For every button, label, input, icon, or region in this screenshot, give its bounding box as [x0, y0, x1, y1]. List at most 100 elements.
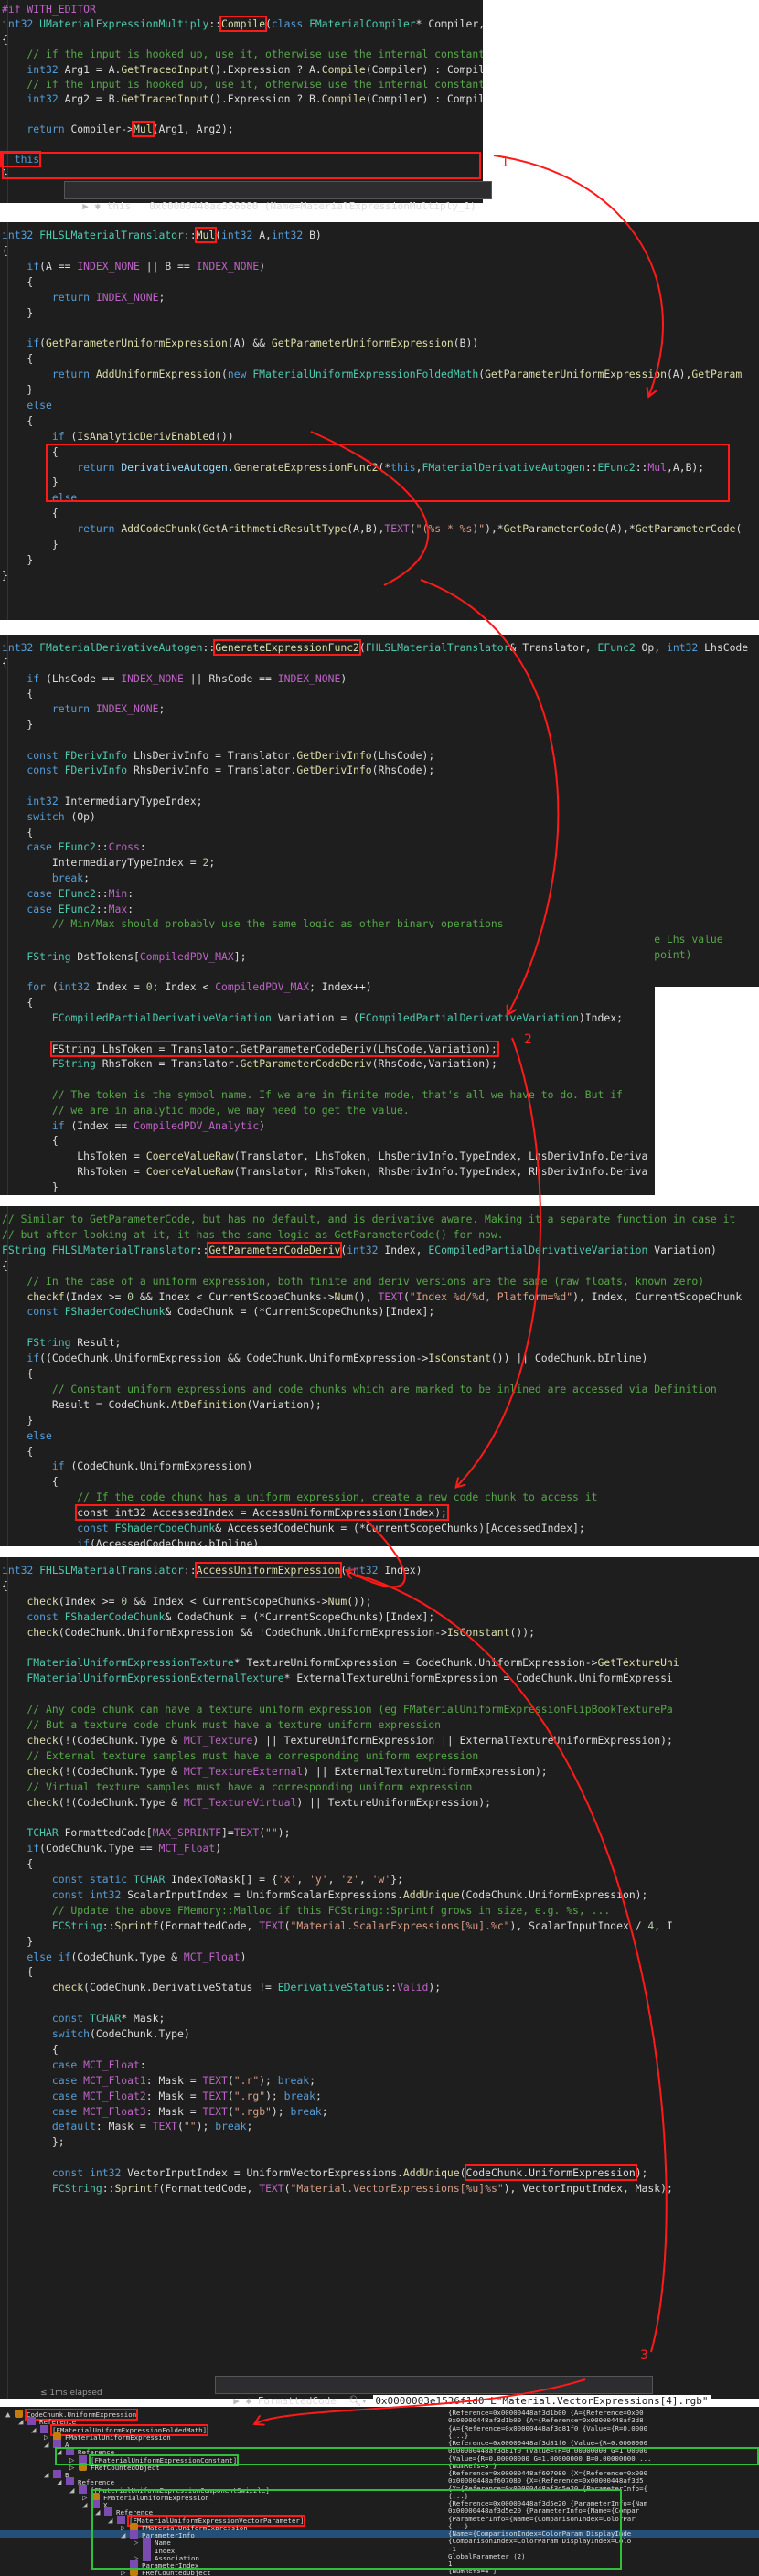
code-line[interactable]: break;	[0, 871, 759, 885]
code-line[interactable]: return INDEX_NONE;	[0, 701, 759, 716]
code-line[interactable]: {	[0, 1444, 759, 1459]
code-line[interactable]: check(!(CodeChunk.Type & MCT_TextureExte…	[0, 1764, 759, 1779]
code-line[interactable]	[0, 1810, 759, 1824]
code-line[interactable]: if (IsAnalyticDerivEnabled())	[0, 429, 759, 444]
code-line[interactable]: {	[0, 686, 759, 700]
code-line[interactable]: switch(CodeChunk.Type)	[0, 2026, 759, 2041]
code-line[interactable]: FString DstTokens[CompiledPDV_MAX];	[0, 949, 655, 964]
code-line[interactable]: // The token is the symbol name. If we a…	[0, 1087, 655, 1102]
code-line[interactable]: case MCT_Float2: Mask = TEXT(".rg"); bre…	[0, 2089, 759, 2103]
code-line[interactable]	[0, 778, 759, 793]
code-line[interactable]: }	[0, 717, 759, 732]
code-line[interactable]: // Virtual texture samples must have a c…	[0, 1780, 759, 1794]
code-line[interactable]: };	[0, 2134, 759, 2149]
code-line[interactable]: RhsToken = CoerceValueRaw(Translator, Rh…	[0, 1164, 655, 1179]
code-line[interactable]: {	[0, 995, 655, 1010]
code-line[interactable]: {	[0, 1964, 759, 1979]
code-line[interactable]: {	[0, 2042, 759, 2057]
code-line[interactable]: check(CodeChunk.DerivativeStatus != EDer…	[0, 1980, 759, 1994]
code-line[interactable]: {	[0, 32, 483, 47]
code-line[interactable]: return AddCodeChunk (GetArithmeticResultT…	[0, 521, 759, 536]
code-line[interactable]: {	[0, 243, 759, 258]
code-line[interactable]: const FShaderCodeChunk& CodeChunk = (*Cu…	[0, 1304, 759, 1319]
code-line[interactable]: FString RhsToken = Translator.GetParamet…	[0, 1056, 655, 1071]
code-line[interactable]: // External texture samples must have a …	[0, 1748, 759, 1763]
code-line[interactable]: FCString::Sprintf(FormattedCode, TEXT("M…	[0, 1919, 759, 1933]
code-line[interactable]: check(!(CodeChunk.Type & MCT_TextureVirt…	[0, 1795, 759, 1810]
code-line[interactable]: int32 Arg2 = B.GetTracedInput().Expressi…	[0, 91, 483, 106]
code-line[interactable]	[0, 320, 759, 335]
code-line[interactable]: }	[0, 568, 759, 583]
code-line[interactable]: {	[0, 506, 759, 520]
expand-toggle-icon[interactable]: ▷	[121, 2570, 130, 2576]
code-line[interactable]: }	[0, 382, 759, 397]
code-line[interactable]: else	[0, 398, 759, 412]
code-line[interactable]: {	[0, 656, 759, 670]
code-line[interactable]: if((CodeChunk.UniformExpression && CodeC…	[0, 1351, 759, 1365]
code-line[interactable]: // Similar to GetParameterCode, but has …	[0, 1212, 759, 1226]
code-line[interactable]: }	[0, 1180, 655, 1194]
code-line[interactable]: {	[0, 1258, 759, 1273]
code-line[interactable]: if(CodeChunk.Type == MCT_Float)	[0, 1841, 759, 1855]
code-line[interactable]	[0, 934, 655, 948]
code-line[interactable]: // we are in analytic mode, we may need …	[0, 1103, 655, 1117]
code-line[interactable]: check(!(CodeChunk.Type & MCT_Texture) ||…	[0, 1733, 759, 1748]
code-line[interactable]: if(GetParameterUniformExpression(A) && G…	[0, 336, 759, 350]
code-line[interactable]	[0, 1995, 759, 2010]
code-line[interactable]: ECompiledPartialDerivativeVariation Vari…	[0, 1010, 655, 1025]
code-line[interactable]: FMaterialUniformExpressionTexture* Textu…	[0, 1655, 759, 1670]
code-line[interactable]: IntermediaryTypeIndex = 2;	[0, 855, 759, 870]
code-line[interactable]: }	[0, 1413, 759, 1427]
code-line[interactable]: FCString::Sprintf(FormattedCode, TEXT("M…	[0, 2181, 759, 2196]
code-line[interactable]: case EFunc2::Cross:	[0, 839, 759, 854]
code-line[interactable]: {	[0, 1474, 759, 1489]
code-line[interactable]	[0, 107, 483, 122]
code-line[interactable]: // but after looking at it, it has the s…	[0, 1227, 759, 1242]
code-line[interactable]: // if the input is hooked up, use it, ot…	[0, 77, 483, 91]
code-line[interactable]: check(CodeChunk.UniformExpression && !Co…	[0, 1625, 759, 1640]
code-line[interactable]: int32 Arg1 = A.GetTracedInput().Expressi…	[0, 62, 483, 77]
code-line[interactable]: FMaterialUniformExpressionExternalTextur…	[0, 1671, 759, 1685]
code-line[interactable]	[0, 1072, 655, 1086]
code-line[interactable]: #if WITH_EDITOR	[0, 2, 483, 16]
code-line[interactable]: {	[0, 351, 759, 366]
code-line[interactable]: int32 IntermediaryTypeIndex;	[0, 794, 759, 808]
code-line[interactable]: if (Index == CompiledPDV_Analytic)	[0, 1118, 655, 1133]
code-line[interactable]	[0, 732, 759, 747]
code-line[interactable]: return INDEX_NONE;	[0, 290, 759, 305]
watch-row[interactable]: ▲ CodeChunk.UniformExpression {Reference=0…	[0, 2409, 759, 2421]
code-line[interactable]: LhsToken = CoerceValueRaw(Translator, Lh…	[0, 1149, 655, 1163]
code-line[interactable]: const FShaderCodeChunk& CodeChunk = (*Cu…	[0, 1609, 759, 1624]
code-line[interactable]: // Any code chunk can have a texture uni…	[0, 1702, 759, 1716]
code-line[interactable]: checkf(Index >= 0 && Index < CurrentScop…	[0, 1289, 759, 1304]
code-line[interactable]	[0, 1686, 759, 1701]
code-line[interactable]: case EFunc2::Max:	[0, 902, 759, 916]
code-line[interactable]: const TCHAR* Mask;	[0, 2011, 759, 2026]
code-line[interactable]	[0, 965, 655, 979]
code-line[interactable]	[0, 1641, 759, 1655]
code-line[interactable]: if (CodeChunk.UniformExpression)	[0, 1459, 759, 1473]
code-line[interactable]: if(AccessedCodeChunk.bInline)	[0, 1536, 759, 1546]
code-line[interactable]: {	[0, 1366, 759, 1381]
code-line[interactable]: FString LhsToken = Translator.GetParamet…	[0, 1040, 655, 1057]
code-line[interactable]: case MCT_Float1: Mask = TEXT(".r"); brea…	[0, 2073, 759, 2088]
code-line[interactable]: const int32 VectorInputIndex = UniformVe…	[0, 2164, 759, 2182]
code-line[interactable]: int32 FHLSLMaterialTranslator::Mul(int32…	[0, 227, 759, 243]
code-line[interactable]: FString Result;	[0, 1335, 759, 1350]
search-icon[interactable]: 🔍︎▾	[337, 2395, 373, 2407]
code-line[interactable]: case MCT_Float:	[0, 2058, 759, 2072]
code-line[interactable]: {	[0, 825, 759, 839]
code-line[interactable]: const int32 AccessedIndex = AccessUnifor…	[0, 1504, 759, 1522]
code-line[interactable]	[0, 1320, 759, 1334]
code-line[interactable]: case EFunc2::Min:	[0, 886, 759, 901]
code-line[interactable]: {	[0, 274, 759, 289]
code-line[interactable]: // if the input is hooked up, use it, ot…	[0, 47, 483, 61]
code-line[interactable]: }	[0, 537, 759, 551]
code-line[interactable]: }	[0, 305, 759, 320]
pin-icon-2[interactable]: ▶ ✱	[233, 2395, 258, 2407]
code-line[interactable]: for (int32 Index = 0; Index < CompiledPD…	[0, 979, 655, 994]
code-line[interactable]	[0, 2150, 759, 2164]
code-line[interactable]: }	[0, 1934, 759, 1949]
code-line[interactable]: if (LhsCode == INDEX_NONE || RhsCode == …	[0, 671, 759, 686]
code-line[interactable]: const static TCHAR IndexToMask[] = {'x',…	[0, 1872, 759, 1887]
